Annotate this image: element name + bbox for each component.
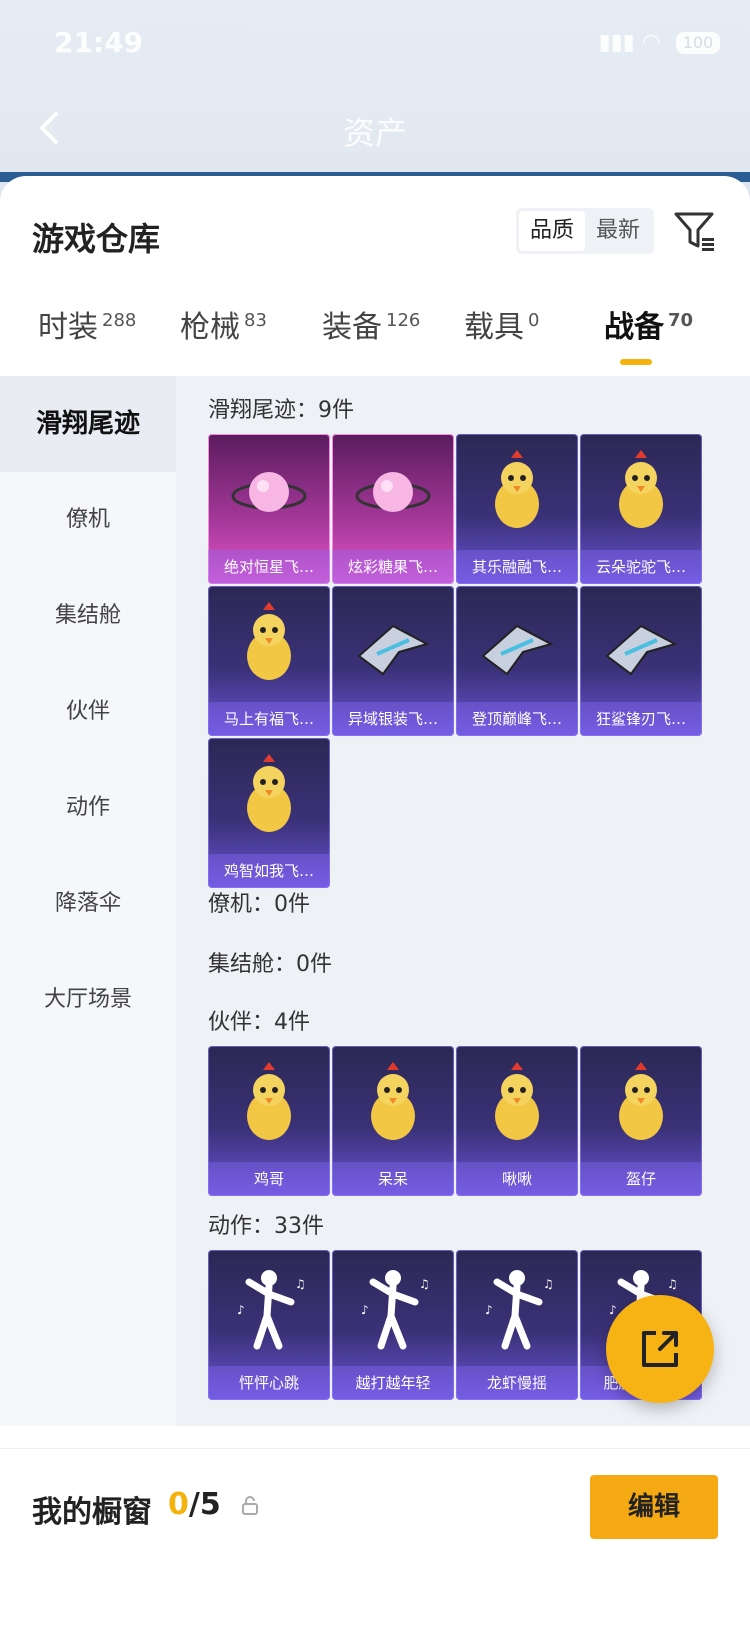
sidebar-item-wingman[interactable]: 僚机 bbox=[0, 472, 176, 568]
dance-icon: ♪♫ bbox=[237, 1270, 306, 1350]
shark-icon bbox=[605, 624, 678, 676]
item-card[interactable]: 鸡哥 bbox=[208, 1046, 330, 1196]
battery-icon: 100 bbox=[676, 32, 720, 54]
svg-text:♪: ♪ bbox=[237, 1303, 245, 1317]
sidebar-item-glide-trail[interactable]: 滑翔尾迹 bbox=[0, 376, 176, 472]
share-icon bbox=[642, 1331, 678, 1367]
helmet-chick-icon bbox=[619, 1062, 663, 1140]
section-title-emote: 动作：33件 bbox=[208, 1214, 324, 1239]
svg-text:♪: ♪ bbox=[361, 1303, 369, 1317]
showcase-label: 我的橱窗 bbox=[32, 1495, 152, 1530]
item-card[interactable]: 异域银装飞… bbox=[332, 586, 454, 736]
active-tab-indicator bbox=[620, 359, 652, 365]
item-card[interactable]: 狂鲨锋刃飞… bbox=[580, 586, 702, 736]
subcategory-sidebar: 滑翔尾迹 僚机 集结舱 伙伴 动作 降落伞 大厅场景 bbox=[0, 376, 176, 1426]
share-button[interactable] bbox=[606, 1295, 714, 1403]
chicken-icon bbox=[247, 1062, 291, 1140]
section-title-assembly-pod: 集结舱：0件 bbox=[208, 952, 332, 977]
showcase-count: 0/5 bbox=[168, 1487, 221, 1522]
sidebar-item-emote[interactable]: 动作 bbox=[0, 760, 176, 856]
section-title-glide-trail: 滑翔尾迹：9件 bbox=[208, 398, 354, 423]
page-title: 资产 bbox=[342, 114, 407, 152]
item-card-label: 狂鲨锋刃飞… bbox=[580, 702, 702, 736]
item-card-label: 龙虾慢摇 bbox=[456, 1366, 578, 1400]
item-card[interactable]: ♪ ♫ 越打越年轻 bbox=[332, 1250, 454, 1400]
signal-icon: ▮▮▮ bbox=[598, 30, 635, 55]
status-time: 21:49 bbox=[54, 26, 144, 59]
item-card-label: 马上有福飞… bbox=[208, 702, 330, 736]
item-card-label: 盔仔 bbox=[580, 1162, 702, 1196]
tab-vehicles[interactable]: 载具 0 bbox=[464, 302, 539, 346]
svg-text:♫: ♫ bbox=[419, 1277, 430, 1291]
item-card-label: 鸡哥 bbox=[208, 1162, 330, 1196]
item-card-label: 云朵驼驼飞… bbox=[580, 550, 702, 584]
dance-icon: ♪♫ bbox=[361, 1270, 430, 1350]
item-card-label: 怦怦心跳 bbox=[208, 1366, 330, 1400]
sidebar-item-parachute[interactable]: 降落伞 bbox=[0, 856, 176, 952]
showcase-bar: 我的橱窗 0/5 编辑 bbox=[0, 1448, 750, 1625]
sort-option-quality[interactable]: 品质 bbox=[519, 211, 585, 251]
top-header: 21:49 ▮▮▮ ◠ 100 资产 bbox=[0, 0, 750, 180]
item-card-label: 炫彩糖果飞… bbox=[332, 550, 454, 584]
item-card[interactable]: ♪ ♫ 龙虾慢摇 bbox=[456, 1250, 578, 1400]
item-card[interactable]: 啾啾 bbox=[456, 1046, 578, 1196]
svg-text:♫: ♫ bbox=[543, 1277, 554, 1291]
item-card[interactable]: ♪ ♫ 怦怦心跳 bbox=[208, 1250, 330, 1400]
tab-fashion[interactable]: 时装 288 bbox=[38, 302, 136, 346]
sidebar-item-lobby-scene[interactable]: 大厅场景 bbox=[0, 952, 176, 1048]
penguin-icon bbox=[495, 450, 539, 528]
svg-text:♫: ♫ bbox=[667, 1277, 678, 1291]
tab-firearms[interactable]: 枪械 83 bbox=[180, 302, 267, 346]
item-card-label: 异域银装飞… bbox=[332, 702, 454, 736]
candy-icon bbox=[355, 472, 431, 512]
item-card-label: 登顶巅峰飞… bbox=[456, 702, 578, 736]
jet-icon bbox=[481, 624, 554, 676]
item-card-label: 绝对恒星飞… bbox=[208, 550, 330, 584]
tab-equipment[interactable]: 装备 126 bbox=[322, 302, 420, 346]
chicken-icon bbox=[247, 754, 291, 832]
item-card[interactable]: 绝对恒星飞… bbox=[208, 434, 330, 584]
lock-icon bbox=[242, 1496, 258, 1515]
item-card[interactable]: 鸡智如我飞… bbox=[208, 738, 330, 888]
bird-icon bbox=[495, 1062, 539, 1140]
sidebar-item-companion[interactable]: 伙伴 bbox=[0, 664, 176, 760]
item-card-label: 鸡智如我飞… bbox=[208, 854, 330, 888]
filter-icon bbox=[674, 212, 714, 251]
sort-toggle: 品质 最新 bbox=[516, 208, 654, 254]
svg-text:♫: ♫ bbox=[295, 1277, 306, 1291]
item-card[interactable]: 登顶巅峰飞… bbox=[456, 586, 578, 736]
warehouse-sheet: 游戏仓库 品质 最新 时装 288 枪械 83 装备 126 载具 0 战备 70 滑翔尾… bbox=[0, 176, 750, 1625]
dance-icon: ♪♫ bbox=[485, 1270, 554, 1350]
alpaca-icon bbox=[619, 450, 663, 528]
section-title-wingman: 僚机：0件 bbox=[208, 892, 310, 917]
item-card[interactable]: 马上有福飞… bbox=[208, 586, 330, 736]
item-card-label: 啾啾 bbox=[456, 1162, 578, 1196]
sort-option-newest[interactable]: 最新 bbox=[585, 211, 651, 251]
item-card-label: 呆呆 bbox=[332, 1162, 454, 1196]
tab-combat-gear[interactable]: 战备 70 bbox=[604, 302, 693, 346]
item-content-area: 滑翔尾迹：9件 绝对恒星飞… 炫彩糖果飞… 其乐融融飞… 云朵驼驼飞… 马上有福飞… 异域… bbox=[176, 376, 750, 1426]
item-card-label: 其乐融融飞… bbox=[456, 550, 578, 584]
item-card[interactable]: 盔仔 bbox=[580, 1046, 702, 1196]
svg-text:♪: ♪ bbox=[485, 1303, 493, 1317]
status-icons: ▮▮▮ ◠ 100 bbox=[598, 30, 720, 55]
edit-button[interactable]: 编辑 bbox=[590, 1475, 718, 1539]
horse-icon bbox=[247, 602, 291, 680]
wing-icon bbox=[357, 624, 430, 676]
item-card[interactable]: 其乐融融飞… bbox=[456, 434, 578, 584]
chick-icon bbox=[371, 1062, 415, 1140]
item-card[interactable]: 云朵驼驼飞… bbox=[580, 434, 702, 584]
item-card-label: 越打越年轻 bbox=[332, 1366, 454, 1400]
item-card[interactable]: 呆呆 bbox=[332, 1046, 454, 1196]
item-card[interactable]: 炫彩糖果飞… bbox=[332, 434, 454, 584]
svg-text:♪: ♪ bbox=[609, 1303, 617, 1317]
wifi-icon: ◠ bbox=[641, 30, 661, 55]
filter-button[interactable] bbox=[672, 208, 718, 254]
planet-icon bbox=[231, 472, 307, 512]
warehouse-title: 游戏仓库 bbox=[32, 220, 161, 258]
category-tabs: 时装 288 枪械 83 装备 126 载具 0 战备 70 bbox=[0, 292, 750, 362]
sidebar-item-assembly-pod[interactable]: 集结舱 bbox=[0, 568, 176, 664]
section-title-companion: 伙伴：4件 bbox=[208, 1010, 310, 1035]
